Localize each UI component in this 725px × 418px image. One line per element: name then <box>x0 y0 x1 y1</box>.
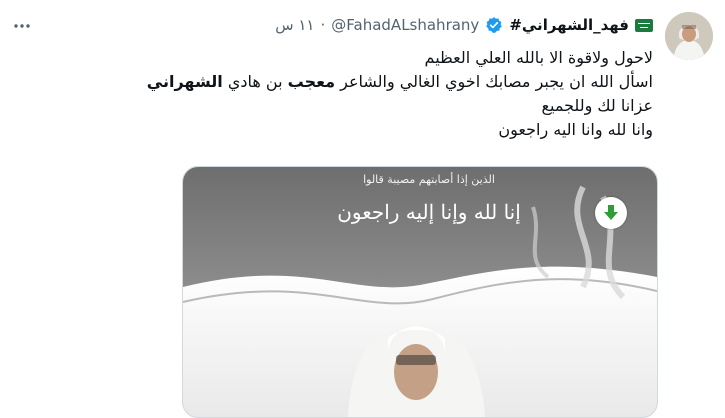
tweet-line-3: عزانا لك وللجميع <box>541 96 654 115</box>
author-handle[interactable]: @FahadALshahrany <box>331 16 479 34</box>
tweet-header: فهد_الشهراني# @FahadALshahrany · ١١ س <box>275 14 653 36</box>
more-options-icon[interactable] <box>8 12 36 40</box>
line2-part-b: معجب <box>287 72 336 91</box>
author-avatar[interactable] <box>665 12 713 60</box>
saudi-flag-icon <box>635 18 653 32</box>
line2-part-c: بن هادي <box>227 72 283 91</box>
line2-part-d: الشهراني <box>146 72 223 91</box>
tweet-line-1: لاحول ولاقوة الا بالله العلي العظيم <box>424 48 653 67</box>
download-arrow-icon[interactable] <box>595 197 627 229</box>
author-name[interactable]: فهد_الشهراني# <box>509 16 629 34</box>
tweet[interactable]: فهد_الشهراني# @FahadALshahrany · ١١ س لا… <box>0 0 725 418</box>
tweet-media-image[interactable]: الذين إذا أصابتهم مصيبة قالوا إنا لله وإ… <box>182 166 658 418</box>
media-top-text: الذين إذا أصابتهم مصيبة قالوا <box>363 172 495 186</box>
tweet-text: لاحول ولاقوة الا بالله العلي العظيم اسأل… <box>14 46 653 142</box>
verified-badge-icon <box>485 16 503 34</box>
line2-part-a: اسأل الله ان يجبر مصابك اخوي الغالي والش… <box>340 72 653 91</box>
tweet-timestamp[interactable]: ١١ س <box>275 16 314 34</box>
media-main-text: إنا لله وإنا إليه راجعون <box>337 200 521 225</box>
separator-dot: · <box>320 16 326 34</box>
tweet-line-4: وانا لله وانا اليه راجعون <box>498 120 653 139</box>
tweet-line-2: اسأل الله ان يجبر مصابك اخوي الغالي والش… <box>14 70 653 94</box>
